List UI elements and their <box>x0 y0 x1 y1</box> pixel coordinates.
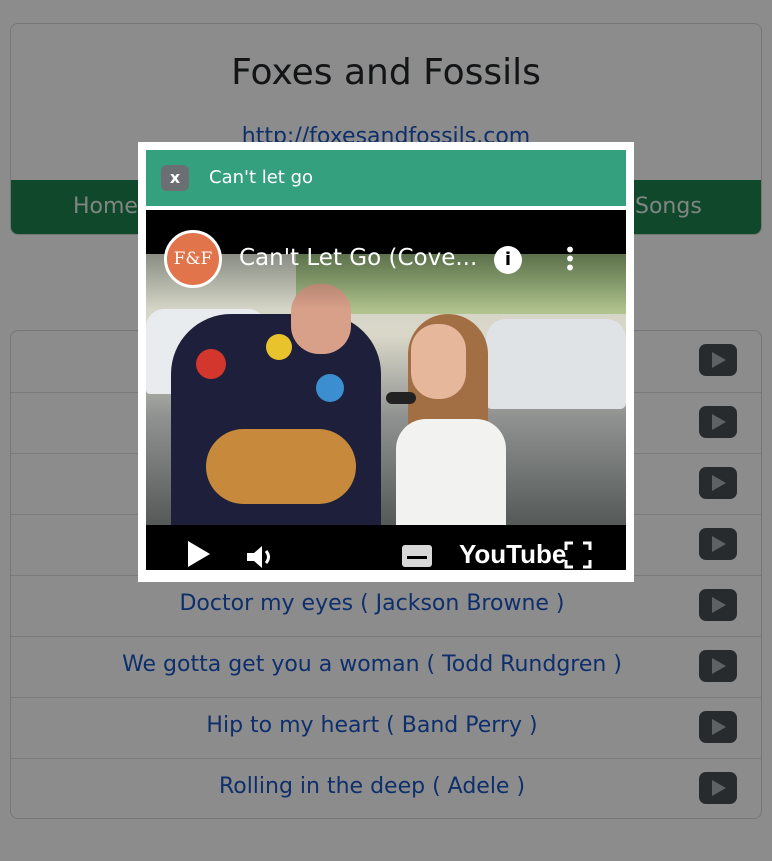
thumbnail-shirt-pattern <box>316 374 344 402</box>
player-controls: YouTube <box>146 525 626 570</box>
youtube-logo[interactable]: YouTube <box>459 539 566 570</box>
subtitles-icon[interactable] <box>402 545 432 567</box>
modal-header: x Can't let go <box>146 150 626 206</box>
thumbnail-shirt-pattern <box>196 349 226 379</box>
fullscreen-icon[interactable] <box>564 541 592 569</box>
modal-title: Can't let go <box>209 167 314 188</box>
more-options-icon[interactable]: • • • <box>559 240 581 278</box>
thumbnail-microphone <box>386 392 416 404</box>
thumbnail-car <box>486 319 626 409</box>
channel-logo[interactable]: F&F <box>164 230 222 288</box>
play-icon[interactable] <box>188 541 210 567</box>
thumbnail-guitar <box>206 429 356 504</box>
video-modal: x Can't let go F&F Can't Let Go (Cove... <box>138 142 634 582</box>
thumbnail-singer-face <box>411 324 466 399</box>
volume-icon[interactable] <box>245 543 277 570</box>
thumbnail-singer <box>396 419 506 525</box>
close-button[interactable]: x <box>161 165 189 191</box>
video-title-bar: F&F Can't Let Go (Cove... i • • • <box>146 210 626 310</box>
info-icon[interactable]: i <box>494 246 522 274</box>
video-title[interactable]: Can't Let Go (Cove... <box>239 245 484 271</box>
video-player[interactable]: F&F Can't Let Go (Cove... i • • • YouTube <box>146 210 626 570</box>
thumbnail-shirt-pattern <box>266 334 292 360</box>
